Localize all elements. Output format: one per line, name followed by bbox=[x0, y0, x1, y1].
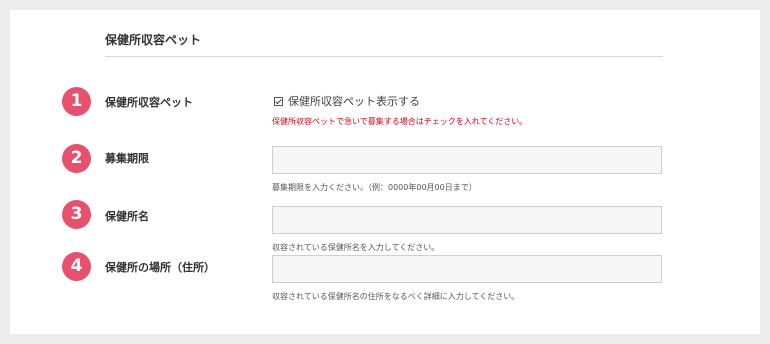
step-badge-3: 3 bbox=[62, 200, 91, 229]
show-shelter-pet-checkbox[interactable]: 保健所収容ペット表示する bbox=[274, 93, 420, 109]
checkbox-checked-icon[interactable] bbox=[274, 96, 283, 106]
urgent-note: 保健所収容ペットで急いで募集する場合はチェックを入れてください。 bbox=[272, 117, 528, 126]
step-badge-4: 4 bbox=[62, 252, 91, 281]
checkbox-label: 保健所収容ペット表示する bbox=[288, 95, 420, 108]
deadline-help: 募集期限を入力ください。（例：0000年00月00日まで） bbox=[272, 183, 477, 192]
shelter-address-help: 収容されている保健所名の住所をなるべく詳細に入力してください。 bbox=[272, 292, 520, 301]
step-badge-1: 1 bbox=[62, 87, 91, 116]
section-divider bbox=[105, 56, 663, 57]
field-label-deadline: 募集期限 bbox=[105, 152, 149, 165]
section-title: 保健所収容ペット bbox=[105, 33, 202, 47]
shelter-name-input[interactable] bbox=[272, 206, 662, 234]
field-label-shelter-address: 保健所の場所（住所） bbox=[105, 261, 215, 274]
field-label-shelter-name: 保健所名 bbox=[105, 210, 149, 223]
form-panel: 保健所収容ペット 1 保健所収容ペット 保健所収容ペット表示する 保健所収容ペッ… bbox=[10, 10, 760, 334]
field-label-shelter-pet: 保健所収容ペット bbox=[105, 96, 193, 109]
step-badge-2: 2 bbox=[62, 144, 91, 173]
shelter-name-help: 収容されている保健所名を入力してください。 bbox=[272, 243, 440, 252]
deadline-input[interactable] bbox=[272, 146, 662, 174]
shelter-address-input[interactable] bbox=[272, 255, 662, 283]
